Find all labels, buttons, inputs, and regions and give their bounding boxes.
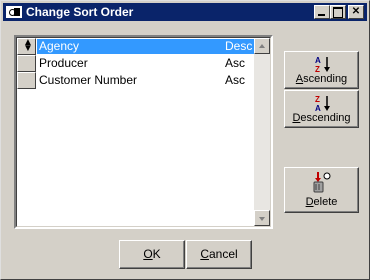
arrow-up-icon [259, 44, 265, 48]
sort-field-list[interactable]: ▲ ▼ Agency Desc Producer Asc Customer Num… [14, 35, 273, 229]
close-button[interactable]: ✕ [348, 5, 364, 19]
sort-az-icon: A Z [315, 56, 330, 73]
sort-direction: Asc [225, 73, 246, 87]
delete-label: elete [313, 196, 338, 208]
sort-direction: Desc [225, 39, 255, 54]
field-name: Agency [37, 39, 225, 54]
arrow-down-icon [259, 217, 265, 221]
app-icon [6, 6, 22, 18]
svg-text:A: A [315, 104, 321, 112]
delete-button[interactable]: Delete [284, 167, 359, 213]
svg-text:Z: Z [315, 95, 320, 104]
ascending-label: scending [303, 73, 348, 85]
row-handle[interactable]: ▲ ▼ [17, 38, 36, 55]
descending-button[interactable]: Z A Descending [284, 90, 359, 128]
list-item[interactable]: ▲ ▼ Agency Desc [17, 38, 255, 55]
ok-mnemonic: O [143, 247, 153, 261]
delete-icon [313, 172, 331, 193]
dialog-window: Change Sort Order ✕ ▲ ▼ Agency Desc Produ… [0, 0, 370, 280]
cancel-label: ancel [208, 247, 238, 261]
maximize-button[interactable] [330, 5, 346, 19]
scroll-up-button[interactable] [254, 38, 270, 54]
title-bar[interactable]: Change Sort Order ✕ [3, 3, 367, 21]
row-handle[interactable] [17, 55, 36, 72]
sort-direction: Asc [225, 56, 246, 70]
row-handle[interactable] [17, 72, 36, 89]
ok-button[interactable]: OK [119, 240, 185, 269]
scroll-down-button[interactable] [254, 210, 270, 226]
minimize-button[interactable] [314, 5, 330, 19]
window-title: Change Sort Order [26, 5, 134, 19]
descending-label: escending [300, 112, 351, 124]
list-item[interactable]: Producer Asc [17, 55, 255, 72]
field-name: Customer Number [39, 73, 138, 87]
cancel-button[interactable]: Cancel [186, 240, 252, 269]
field-name: Producer [39, 56, 88, 70]
cancel-mnemonic: C [200, 247, 209, 261]
svg-text:Z: Z [315, 65, 320, 73]
sort-za-icon: Z A [315, 95, 330, 112]
svg-text:A: A [315, 56, 321, 65]
up-down-arrows-icon: ▲ ▼ [23, 37, 33, 54]
ok-label: K [152, 247, 161, 261]
list-item[interactable]: Customer Number Asc [17, 72, 255, 89]
vertical-scrollbar[interactable] [254, 38, 270, 226]
delete-mnemonic: D [305, 196, 314, 208]
ascending-button[interactable]: A Z Ascending [284, 51, 359, 89]
